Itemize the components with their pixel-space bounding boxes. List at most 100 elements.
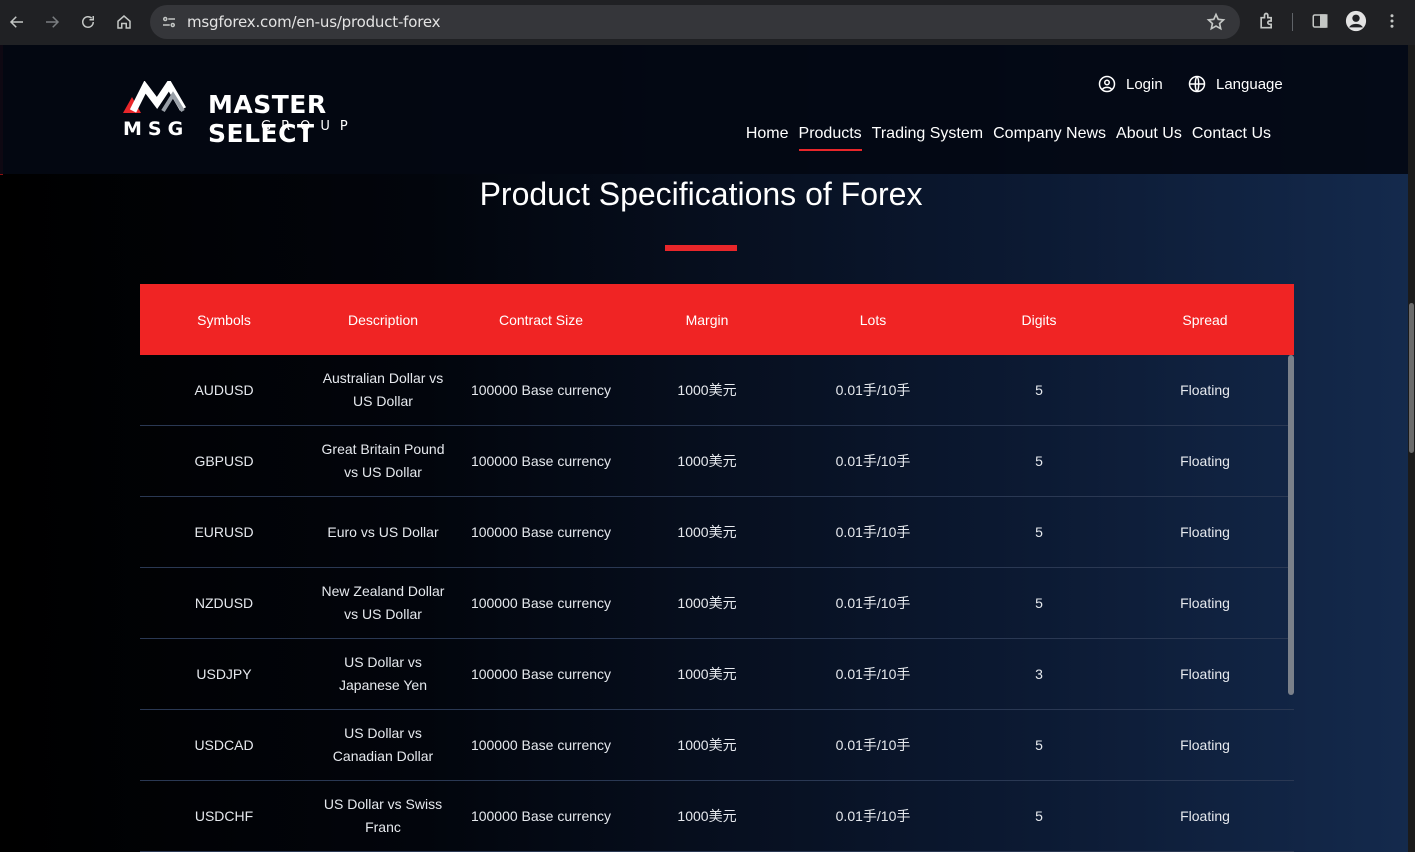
nav-about-us[interactable]: About Us — [1116, 125, 1182, 151]
more-vertical-icon — [1390, 14, 1394, 28]
cell-digits: 3 — [1035, 665, 1043, 682]
cell-contract-size: 100000 Base currency — [470, 523, 612, 540]
table-row: AUDUSD Australian Dollar vs US Dollar 10… — [140, 355, 1294, 426]
cell-spread: Floating — [1180, 594, 1230, 611]
forward-button[interactable] — [38, 8, 66, 36]
cell-contract-size: 100000 Base currency — [470, 594, 612, 611]
cell-margin: 1000美元 — [677, 807, 737, 824]
user-icon — [1098, 75, 1116, 93]
home-button[interactable] — [110, 8, 138, 36]
arrow-left-icon — [9, 16, 23, 28]
cell-lots: 0.01手/10手 — [835, 523, 911, 540]
page-scrollbar-thumb[interactable] — [1409, 303, 1414, 453]
language-selector[interactable]: Language — [1188, 75, 1283, 93]
cell-margin: 1000美元 — [677, 736, 737, 753]
cell-description: US Dollar vs Canadian Dollar — [332, 725, 434, 764]
cell-digits: 5 — [1035, 736, 1043, 753]
cell-contract-size: 100000 Base currency — [470, 452, 612, 469]
cell-spread: Floating — [1180, 736, 1230, 753]
brand-subtitle: GROUP — [261, 119, 358, 134]
cell-margin: 1000美元 — [677, 523, 737, 540]
cell-digits: 5 — [1035, 807, 1043, 824]
cell-description: Euro vs US Dollar — [327, 523, 439, 540]
table-scrollbar[interactable] — [1288, 355, 1294, 695]
bookmark-star-icon[interactable] — [1206, 12, 1226, 32]
cell-contract-size: 100000 Base currency — [470, 736, 612, 753]
language-label: Language — [1216, 75, 1283, 93]
brand-short: MSG — [123, 118, 190, 140]
table-row: EURUSD Euro vs US Dollar 100000 Base cur… — [140, 497, 1294, 568]
back-button[interactable] — [3, 8, 31, 36]
cell-symbol: USDCAD — [194, 736, 254, 753]
cell-digits: 5 — [1035, 452, 1043, 469]
cell-lots: 0.01手/10手 — [835, 736, 911, 753]
cell-description: Great Britain Pound vs US Dollar — [321, 441, 445, 480]
cell-margin: 1000美元 — [677, 381, 737, 398]
cell-digits: 5 — [1035, 594, 1043, 611]
cell-description: US Dollar vs Swiss Franc — [323, 796, 443, 835]
col-description: Description — [347, 311, 419, 328]
site-info-icon[interactable] — [160, 13, 178, 31]
reload-icon — [82, 16, 94, 28]
nav-contact-us[interactable]: Contact Us — [1192, 125, 1271, 151]
specs-table: Symbols Description Contract Size Margin… — [140, 284, 1294, 852]
cell-description: US Dollar vs Japanese Yen — [339, 654, 427, 693]
nav-home[interactable]: Home — [746, 125, 789, 151]
globe-icon — [1188, 75, 1206, 93]
cell-spread: Floating — [1180, 381, 1230, 398]
page-scrollbar[interactable] — [1408, 45, 1415, 852]
home-icon — [117, 15, 131, 29]
cell-margin: 1000美元 — [677, 452, 737, 469]
table-header: Symbols Description Contract Size Margin… — [140, 284, 1294, 355]
address-bar[interactable]: msgforex.com/en-us/product-forex — [150, 5, 1240, 39]
cell-symbol: EURUSD — [194, 523, 254, 540]
cell-symbol: NZDUSD — [194, 594, 254, 611]
table-row: USDCHF US Dollar vs Swiss Franc 100000 B… — [140, 781, 1294, 852]
col-lots: Lots — [859, 311, 887, 328]
browser-toolbar: msgforex.com/en-us/product-forex — [0, 0, 1415, 45]
nav-trading-system[interactable]: Trading System — [872, 125, 983, 151]
logo-mark-icon — [123, 81, 187, 113]
table-body: AUDUSD Australian Dollar vs US Dollar 10… — [140, 355, 1294, 852]
col-digits: Digits — [1021, 311, 1057, 328]
cell-contract-size: 100000 Base currency — [470, 807, 612, 824]
side-panel-icon — [1312, 14, 1328, 28]
cell-lots: 0.01手/10手 — [835, 594, 911, 611]
table-row: NZDUSD New Zealand Dollar vs US Dollar 1… — [140, 568, 1294, 639]
site-header: MASTER SELECT GROUP MSG Login Language H… — [0, 45, 1408, 174]
extensions-button[interactable] — [1256, 10, 1278, 32]
table-row: USDJPY US Dollar vs Japanese Yen 100000 … — [140, 639, 1294, 710]
cell-symbol: GBPUSD — [194, 452, 254, 469]
main-nav: Home Products Trading System Company New… — [746, 125, 1271, 151]
cell-symbol: USDJPY — [196, 665, 252, 682]
cell-lots: 0.01手/10手 — [835, 807, 911, 824]
cell-digits: 5 — [1035, 381, 1043, 398]
profile-button[interactable] — [1345, 10, 1367, 32]
toolbar-divider — [1292, 13, 1293, 31]
login-link[interactable]: Login — [1098, 75, 1163, 93]
url-text[interactable]: msgforex.com/en-us/product-forex — [187, 13, 441, 31]
table-row: USDCAD US Dollar vs Canadian Dollar 1000… — [140, 710, 1294, 781]
cell-digits: 5 — [1035, 523, 1043, 540]
title-underline — [665, 245, 737, 251]
cell-margin: 1000美元 — [677, 594, 737, 611]
nav-company-news[interactable]: Company News — [993, 125, 1106, 151]
menu-button[interactable] — [1381, 10, 1403, 32]
reload-button[interactable] — [74, 8, 102, 36]
cell-margin: 1000美元 — [677, 665, 737, 682]
cell-description: Australian Dollar vs US Dollar — [322, 370, 444, 409]
cell-spread: Floating — [1180, 807, 1230, 824]
logo[interactable]: MASTER SELECT GROUP MSG — [123, 81, 413, 148]
col-contract-size: Contract Size — [498, 311, 584, 328]
col-spread: Spread — [1182, 311, 1228, 328]
cell-spread: Floating — [1180, 665, 1230, 682]
nav-products[interactable]: Products — [798, 125, 862, 151]
cell-symbol: AUDUSD — [194, 381, 254, 398]
cell-lots: 0.01手/10手 — [835, 665, 911, 682]
cell-symbol: USDCHF — [194, 807, 254, 824]
cell-contract-size: 100000 Base currency — [470, 665, 612, 682]
table-row: GBPUSD Great Britain Pound vs US Dollar … — [140, 426, 1294, 497]
col-symbols: Symbols — [197, 311, 251, 328]
side-panel-button[interactable] — [1309, 10, 1331, 32]
arrow-right-icon — [46, 16, 60, 28]
